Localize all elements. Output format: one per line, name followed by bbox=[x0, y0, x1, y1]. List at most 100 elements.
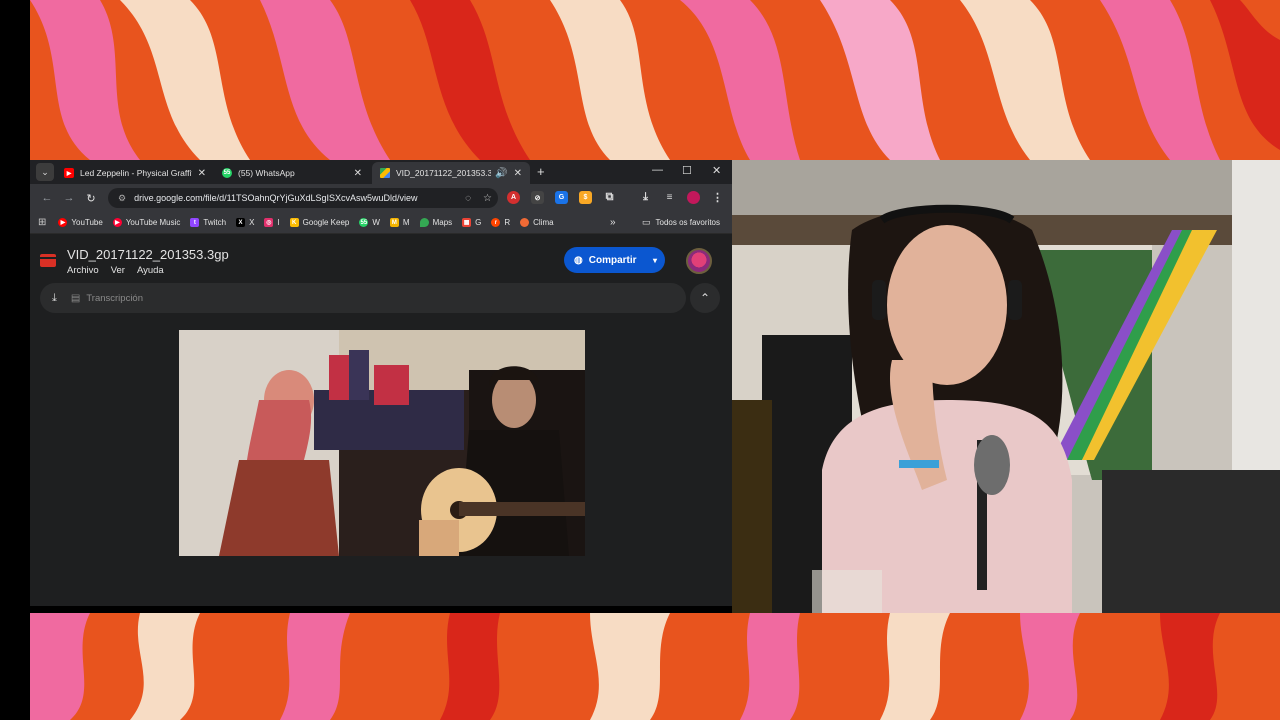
reddit-icon: r bbox=[491, 218, 501, 227]
menu-archivo[interactable]: Archivo bbox=[67, 265, 99, 276]
bookmark-label: R bbox=[504, 218, 511, 227]
tab-search-button[interactable]: ⌄ bbox=[36, 163, 54, 181]
forward-icon[interactable]: → bbox=[58, 192, 80, 204]
share-button[interactable]: ◍ Compartir ▾ bbox=[564, 247, 665, 273]
menu-kebab-icon[interactable]: ⋮ bbox=[711, 191, 724, 204]
bookmark-x[interactable]: XX bbox=[236, 218, 254, 227]
globe-icon: ◍ bbox=[574, 254, 583, 266]
webcam-feed bbox=[732, 160, 1280, 613]
browser-window: ⌄ ▶ Led Zeppelin - Physical Graffiti ✕ 5… bbox=[30, 160, 732, 606]
bookmark-reddit[interactable]: rR bbox=[491, 218, 510, 227]
tab-drive-video[interactable]: VID_20171122_201353.3gp 🔊 ✕ bbox=[372, 162, 530, 184]
chevron-up-icon: ⌃ bbox=[699, 291, 711, 305]
extension-coin-icon[interactable]: $ bbox=[579, 191, 592, 204]
site-info-icon[interactable]: ⚙ bbox=[118, 193, 126, 204]
webcam-image bbox=[732, 160, 1280, 613]
back-icon[interactable]: ← bbox=[36, 192, 58, 204]
bookmark-twitch[interactable]: t Twitch bbox=[190, 218, 226, 227]
bookmark-label: Maps bbox=[432, 218, 453, 227]
psychedelic-background-top bbox=[30, 0, 1280, 160]
window-close-button[interactable]: ✕ bbox=[712, 164, 721, 177]
bookmark-label: YouTube Music bbox=[125, 218, 181, 227]
caret-down-icon[interactable]: ▾ bbox=[653, 256, 657, 265]
tab-whatsapp[interactable]: 55 (55) WhatsApp ✕ bbox=[214, 162, 370, 184]
translate-icon[interactable]: G bbox=[555, 191, 568, 204]
puzzle-icon[interactable]: ⧉ bbox=[603, 191, 616, 204]
all-bookmarks-folder[interactable]: ▭ Todos os favoritos bbox=[642, 217, 720, 228]
folder-icon: ▭ bbox=[642, 217, 651, 227]
eye-off-icon[interactable]: ◌ bbox=[465, 193, 471, 204]
media-control-icon[interactable]: ≡ bbox=[663, 191, 676, 204]
bookmark-m[interactable]: MM bbox=[389, 218, 410, 227]
bookmark-label: M bbox=[402, 218, 410, 227]
menu-ayuda[interactable]: Ayuda bbox=[137, 265, 164, 276]
tab-strip: ⌄ ▶ Led Zeppelin - Physical Graffiti ✕ 5… bbox=[30, 160, 732, 184]
close-icon[interactable]: ✕ bbox=[198, 168, 206, 179]
download-icon[interactable]: ⤓ bbox=[639, 191, 652, 204]
adblock-icon[interactable]: A bbox=[507, 191, 520, 204]
speaker-icon[interactable]: 🔊 bbox=[495, 168, 507, 179]
bookmark-instagram[interactable]: ◎ I bbox=[264, 218, 280, 227]
video-player[interactable] bbox=[179, 330, 585, 556]
youtube-music-icon: ▶ bbox=[112, 218, 122, 227]
bookmark-maps[interactable]: Maps bbox=[419, 218, 453, 227]
video-file-icon bbox=[40, 254, 56, 267]
maximize-button[interactable]: ☐ bbox=[682, 164, 692, 177]
miro-icon: M bbox=[389, 218, 399, 227]
psychedelic-background-bottom bbox=[30, 613, 1280, 720]
bookmark-youtube[interactable]: ▶ YouTube bbox=[58, 218, 103, 227]
profile-avatar-icon[interactable] bbox=[687, 191, 700, 204]
close-icon[interactable]: ✕ bbox=[514, 168, 522, 179]
whatsapp-icon: 55 bbox=[359, 218, 369, 227]
video-frame bbox=[179, 330, 585, 556]
bookmark-label: Google Keep bbox=[302, 218, 350, 227]
collapse-button[interactable]: ⌃ bbox=[690, 283, 720, 313]
maps-icon bbox=[419, 218, 429, 227]
file-menu-bar: Archivo Ver Ayuda bbox=[67, 265, 164, 276]
transcription-label: Transcripción bbox=[86, 292, 143, 304]
bookmark-youtube-music[interactable]: ▶ YouTube Music bbox=[112, 218, 181, 227]
google-drive-icon bbox=[380, 168, 390, 178]
bookmark-label: YouTube bbox=[71, 218, 103, 227]
transcription-button[interactable]: ▤ Transcripción bbox=[71, 293, 143, 304]
twitch-icon: t bbox=[190, 218, 200, 227]
download-icon[interactable]: ⤓ bbox=[52, 292, 57, 305]
bookmark-google-keep[interactable]: K Google Keep bbox=[289, 218, 350, 227]
menu-ver[interactable]: Ver bbox=[111, 265, 125, 276]
camera-off-icon[interactable]: ⊘ bbox=[531, 191, 544, 204]
transcript-icon: ▤ bbox=[70, 292, 81, 304]
close-icon[interactable]: ✕ bbox=[354, 168, 362, 179]
weather-icon bbox=[520, 218, 530, 227]
viewer-toolbar: ⤓ ▤ Transcripción bbox=[40, 283, 686, 313]
account-avatar[interactable] bbox=[686, 248, 712, 274]
new-tab-button[interactable]: + bbox=[537, 164, 545, 179]
reload-icon[interactable]: ↻ bbox=[80, 192, 102, 205]
tab-led-zeppelin[interactable]: ▶ Led Zeppelin - Physical Graffiti ✕ bbox=[56, 162, 214, 184]
stream-scene: ⌄ ▶ Led Zeppelin - Physical Graffiti ✕ 5… bbox=[0, 0, 1280, 720]
bookmark-label: W bbox=[372, 218, 380, 227]
url-text: drive.google.com/file/d/11TSOahnQrYjGuXd… bbox=[134, 193, 418, 203]
tab-title: Led Zeppelin - Physical Graffiti bbox=[80, 168, 192, 178]
more-bookmarks-button[interactable]: » bbox=[610, 217, 616, 228]
star-icon[interactable]: ☆ bbox=[483, 193, 492, 204]
bookmark-g[interactable]: ▦ G bbox=[462, 218, 481, 227]
bookmark-clima[interactable]: Clima bbox=[520, 218, 554, 227]
address-bar[interactable]: ⚙ drive.google.com/file/d/11TSOahnQrYjGu… bbox=[108, 188, 498, 208]
minimize-button[interactable]: — bbox=[652, 164, 663, 176]
left-border bbox=[0, 0, 30, 720]
bookmark-label: G bbox=[475, 218, 482, 227]
youtube-icon: ▶ bbox=[58, 218, 68, 227]
bookmark-label: I bbox=[277, 218, 280, 227]
g-app-icon: ▦ bbox=[462, 218, 472, 227]
apps-grid-icon[interactable]: ⊞ bbox=[38, 217, 46, 228]
drive-video-viewer: VID_20171122_201353.3gp Archivo Ver Ayud… bbox=[30, 234, 732, 606]
share-label: Compartir bbox=[588, 254, 637, 266]
instagram-icon: ◎ bbox=[264, 218, 274, 227]
bookmark-label: X bbox=[249, 218, 255, 227]
tab-title: (55) WhatsApp bbox=[238, 168, 295, 178]
bookmark-label: Clima bbox=[533, 218, 554, 227]
whatsapp-icon: 55 bbox=[222, 168, 232, 178]
bookmark-whatsapp[interactable]: 55 W bbox=[359, 218, 380, 227]
chevron-down-icon: ⌄ bbox=[41, 166, 49, 177]
bookmark-label: Todos os favoritos bbox=[655, 218, 720, 227]
